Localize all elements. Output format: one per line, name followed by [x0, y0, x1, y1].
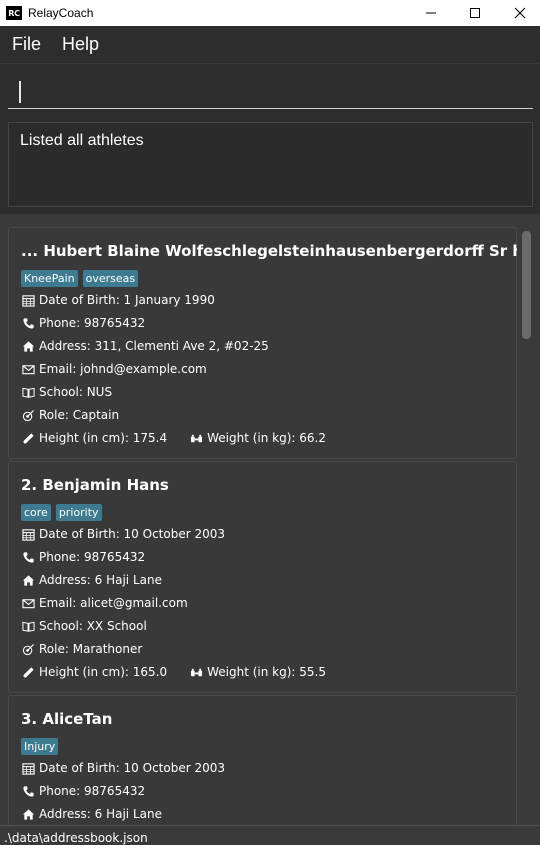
- address-row: Address: 311, Clementi Ave 2, #02-25: [21, 339, 269, 353]
- result-display[interactable]: Listed all athletes: [8, 122, 533, 207]
- dob-row: Date of Birth: 1 January 1990: [21, 293, 215, 307]
- school-row: School: XX School: [21, 619, 147, 633]
- email-icon: [21, 362, 35, 376]
- height-text: Height (in cm): 175.4: [39, 431, 168, 445]
- phone-icon: [21, 550, 35, 564]
- phone-icon: [21, 784, 35, 798]
- tag-list: KneePain overseas: [21, 270, 139, 287]
- school-text: School: XX School: [39, 619, 147, 633]
- phone-row: Phone: 98765432: [21, 784, 145, 798]
- tag-list: core priority: [21, 504, 102, 521]
- scrollbar-thumb[interactable]: [522, 231, 531, 339]
- email-text: Email: johnd@example.com: [39, 362, 207, 376]
- person-card[interactable]: 2. Benjamin Hans core priority Date of B…: [8, 461, 517, 693]
- measurements-row: Height (in cm): 165.0 Weight (in kg): 55…: [21, 665, 326, 679]
- email-text: Email: alicet@gmail.com: [39, 596, 188, 610]
- scale-icon: [189, 665, 203, 679]
- calendar-icon: [21, 527, 35, 541]
- maximize-button[interactable]: [452, 0, 498, 26]
- calendar-icon: [21, 293, 35, 307]
- result-message: Listed all athletes: [20, 132, 144, 149]
- dob-row: Date of Birth: 10 October 2003: [21, 761, 225, 775]
- measurements-row: Height (in cm): 175.4 Weight (in kg): 66…: [21, 431, 326, 445]
- minimize-icon: [426, 12, 436, 14]
- address-text: Address: 6 Haji Lane: [39, 573, 162, 587]
- tag: core: [21, 504, 51, 521]
- address-text: Address: 6 Haji Lane: [39, 807, 162, 821]
- height-text: Height (in cm): 165.0: [39, 665, 168, 679]
- title-bar: RC RelayCoach: [0, 0, 540, 26]
- weight-text: Weight (in kg): 55.5: [207, 665, 326, 679]
- school-text: School: NUS: [39, 385, 113, 399]
- list-scrollbar[interactable]: [517, 215, 540, 825]
- minimize-button[interactable]: [408, 0, 454, 26]
- menu-help[interactable]: Help: [50, 34, 108, 55]
- role-text: Role: Marathoner: [39, 642, 143, 656]
- person-name: 2. Benjamin Hans: [21, 476, 169, 494]
- role-icon: [21, 408, 35, 422]
- email-icon: [21, 596, 35, 610]
- address-row: Address: 6 Haji Lane: [21, 807, 162, 821]
- command-box: [0, 64, 540, 115]
- role-row: Role: Marathoner: [21, 642, 142, 656]
- ruler-icon: [21, 665, 35, 679]
- email-row: Email: alicet@gmail.com: [21, 596, 188, 610]
- phone-icon: [21, 316, 35, 330]
- dob-row: Date of Birth: 10 October 2003: [21, 527, 225, 541]
- person-name: ... Hubert Blaine Wolfeschlegelsteinhaus…: [21, 242, 540, 260]
- close-button[interactable]: [497, 0, 540, 26]
- home-icon: [21, 807, 35, 821]
- tag: Injury: [21, 738, 59, 755]
- scale-icon: [189, 431, 203, 445]
- home-icon: [21, 573, 35, 587]
- person-card[interactable]: 3. AliceTan Injury Date of Birth: 10 Oct…: [8, 695, 517, 825]
- person-list[interactable]: ... Hubert Blaine Wolfeschlegelsteinhaus…: [0, 215, 540, 825]
- maximize-icon: [470, 8, 480, 18]
- phone-row: Phone: 98765432: [21, 316, 145, 330]
- dob-text: Date of Birth: 10 October 2003: [39, 527, 226, 541]
- weight-text: Weight (in kg): 66.2: [207, 431, 326, 445]
- result-panel: Listed all athletes: [0, 115, 540, 215]
- person-name: 3. AliceTan: [21, 710, 113, 728]
- address-text: Address: 311, Clementi Ave 2, #02-25: [39, 339, 269, 353]
- book-icon: [21, 385, 35, 399]
- email-row: Email: johnd@example.com: [21, 362, 207, 376]
- close-icon: [514, 7, 526, 19]
- save-file-path: .\data\addressbook.json: [4, 831, 148, 845]
- dob-text: Date of Birth: 1 January 1990: [39, 293, 215, 307]
- ruler-icon: [21, 431, 35, 445]
- role-row: Role: Captain: [21, 408, 119, 422]
- tag: priority: [55, 504, 102, 521]
- phone-text: Phone: 98765432: [39, 550, 146, 564]
- calendar-icon: [21, 761, 35, 775]
- role-text: Role: Captain: [39, 408, 120, 422]
- book-icon: [21, 619, 35, 633]
- tag: overseas: [82, 270, 139, 287]
- tag-list: Injury: [21, 738, 59, 755]
- address-row: Address: 6 Haji Lane: [21, 573, 162, 587]
- window-title: RelayCoach: [28, 6, 94, 20]
- app-logo: RC: [6, 6, 22, 20]
- tag: KneePain: [21, 270, 78, 287]
- status-bar: .\data\addressbook.json: [0, 825, 540, 845]
- phone-text: Phone: 98765432: [39, 316, 146, 330]
- menu-bar: File Help: [0, 26, 540, 64]
- person-card[interactable]: ... Hubert Blaine Wolfeschlegelsteinhaus…: [8, 227, 540, 459]
- dob-text: Date of Birth: 10 October 2003: [39, 761, 226, 775]
- phone-text: Phone: 98765432: [39, 784, 146, 798]
- phone-row: Phone: 98765432: [21, 550, 145, 564]
- text-caret: [19, 81, 21, 103]
- role-icon: [21, 642, 35, 656]
- menu-file[interactable]: File: [0, 34, 50, 55]
- school-row: School: NUS: [21, 385, 112, 399]
- command-input[interactable]: [8, 72, 533, 109]
- home-icon: [21, 339, 35, 353]
